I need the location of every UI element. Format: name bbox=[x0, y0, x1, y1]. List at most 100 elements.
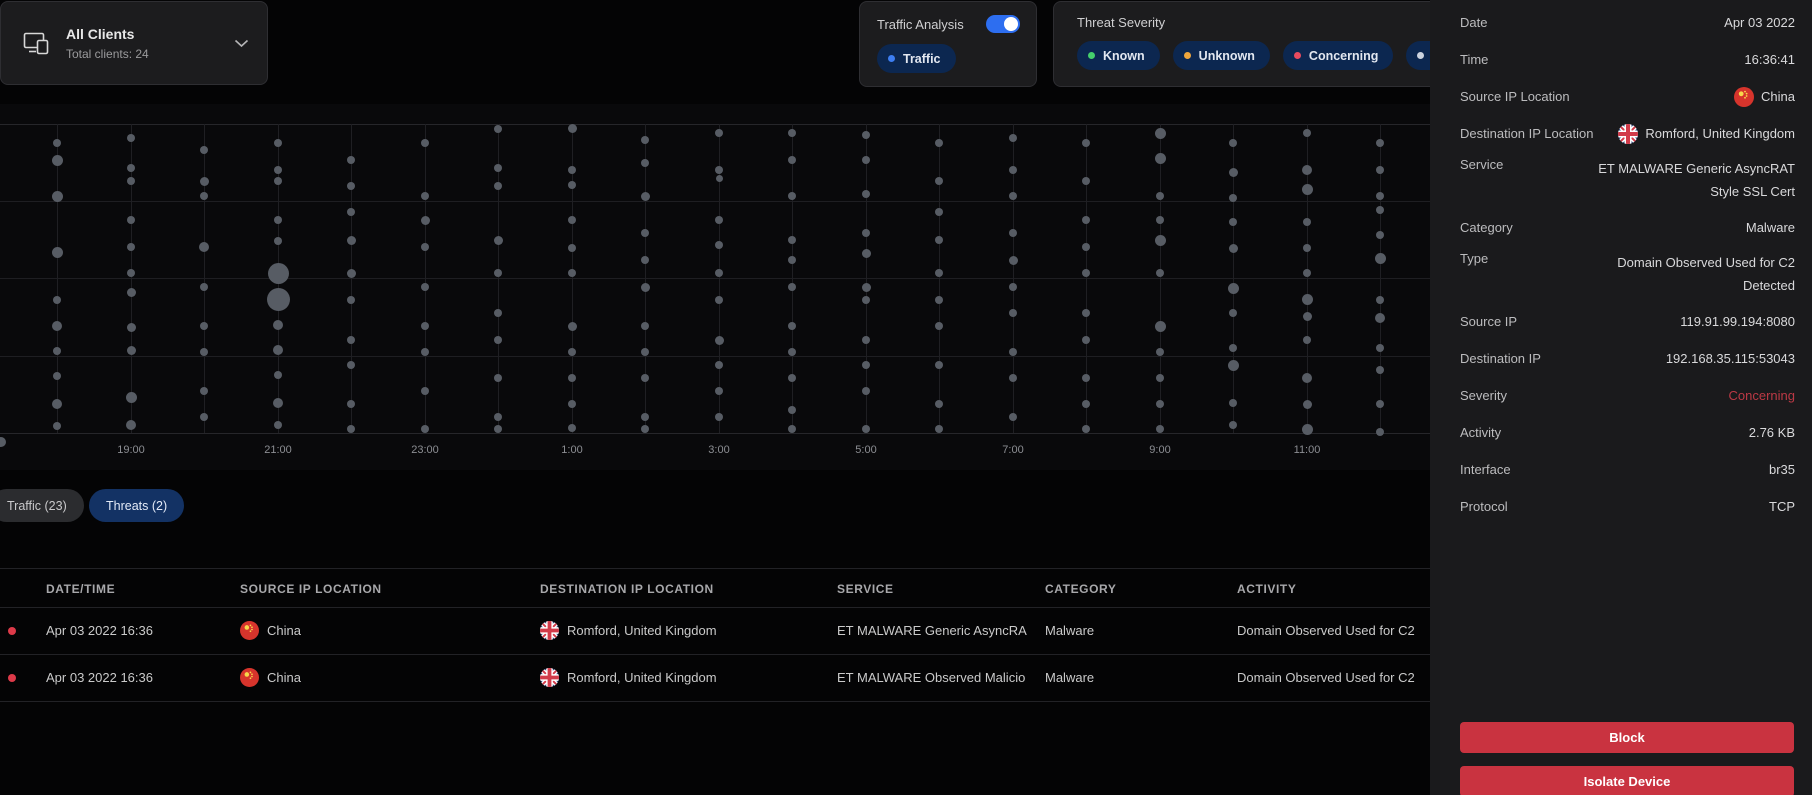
activity-dot[interactable] bbox=[568, 181, 576, 189]
filter-chip-concerning[interactable]: Concerning bbox=[1283, 41, 1393, 70]
activity-dot[interactable] bbox=[641, 159, 649, 167]
activity-dot[interactable] bbox=[1155, 153, 1166, 164]
activity-dot[interactable] bbox=[935, 177, 943, 185]
activity-dot[interactable] bbox=[52, 321, 62, 331]
activity-dot[interactable] bbox=[1302, 165, 1312, 175]
activity-dot[interactable] bbox=[641, 425, 649, 433]
activity-dot[interactable] bbox=[347, 425, 355, 433]
activity-dot[interactable] bbox=[862, 296, 870, 304]
activity-dot[interactable] bbox=[1156, 400, 1164, 408]
activity-dot[interactable] bbox=[1228, 360, 1239, 371]
activity-dot[interactable] bbox=[935, 296, 943, 304]
activity-dot[interactable] bbox=[641, 229, 649, 237]
activity-dot[interactable] bbox=[421, 322, 429, 330]
activity-dot[interactable] bbox=[494, 425, 502, 433]
table-row[interactable]: Apr 03 2022 16:36ChinaRomford, United Ki… bbox=[0, 655, 1430, 702]
activity-dot[interactable] bbox=[1082, 216, 1090, 224]
activity-dot[interactable] bbox=[935, 361, 943, 369]
activity-dot[interactable] bbox=[127, 288, 136, 297]
activity-dot[interactable] bbox=[347, 296, 355, 304]
activity-dot[interactable] bbox=[1303, 244, 1311, 252]
isolate-device-button[interactable]: Isolate Device bbox=[1460, 766, 1794, 795]
activity-dot[interactable] bbox=[1376, 344, 1384, 352]
activity-dot[interactable] bbox=[1155, 235, 1166, 246]
activity-dot[interactable] bbox=[715, 166, 723, 174]
activity-dot[interactable] bbox=[53, 347, 61, 355]
activity-dot[interactable] bbox=[347, 236, 356, 245]
activity-dot[interactable] bbox=[788, 129, 796, 137]
activity-dot[interactable] bbox=[53, 296, 61, 304]
activity-dot[interactable] bbox=[1229, 309, 1237, 317]
activity-dot[interactable] bbox=[862, 156, 870, 164]
block-button[interactable]: Block bbox=[1460, 722, 1794, 753]
activity-dot[interactable] bbox=[935, 400, 943, 408]
activity-dot[interactable] bbox=[200, 348, 208, 356]
activity-dot[interactable] bbox=[200, 146, 208, 154]
activity-dot[interactable] bbox=[715, 269, 723, 277]
activity-dot[interactable] bbox=[494, 374, 502, 382]
activity-dot[interactable] bbox=[1156, 192, 1164, 200]
activity-dot[interactable] bbox=[1229, 218, 1237, 226]
activity-dot[interactable] bbox=[788, 406, 796, 414]
activity-dot[interactable] bbox=[1376, 428, 1384, 436]
activity-dot[interactable] bbox=[421, 192, 429, 200]
activity-dot[interactable] bbox=[862, 336, 870, 344]
activity-dot[interactable] bbox=[1303, 218, 1311, 226]
activity-dot[interactable] bbox=[200, 322, 208, 330]
activity-dot[interactable] bbox=[1009, 374, 1017, 382]
activity-dot[interactable] bbox=[788, 283, 796, 291]
activity-dot[interactable] bbox=[715, 387, 723, 395]
activity-dot[interactable] bbox=[568, 269, 576, 277]
activity-dot[interactable] bbox=[715, 413, 723, 421]
client-selector[interactable]: All Clients Total clients: 24 bbox=[0, 1, 268, 85]
activity-dot[interactable] bbox=[53, 372, 61, 380]
tab-threats[interactable]: Threats (2) bbox=[89, 489, 184, 522]
activity-dot[interactable] bbox=[1009, 283, 1017, 291]
tab-traffic[interactable]: Traffic (23) bbox=[0, 489, 84, 522]
activity-dot[interactable] bbox=[52, 155, 63, 166]
activity-dot[interactable] bbox=[1303, 336, 1311, 344]
activity-dot[interactable] bbox=[1229, 244, 1238, 253]
activity-dot[interactable] bbox=[1009, 309, 1017, 317]
activity-dot[interactable] bbox=[1009, 348, 1017, 356]
activity-dot[interactable] bbox=[273, 320, 283, 330]
activity-dot[interactable] bbox=[1302, 373, 1312, 383]
activity-dot[interactable] bbox=[1303, 312, 1312, 321]
activity-dot[interactable] bbox=[1376, 366, 1384, 374]
activity-dot[interactable] bbox=[1229, 194, 1237, 202]
activity-dot[interactable] bbox=[1009, 166, 1017, 174]
activity-dot[interactable] bbox=[1156, 425, 1164, 433]
activity-dot[interactable] bbox=[52, 399, 62, 409]
activity-dot[interactable] bbox=[126, 420, 136, 430]
activity-dot[interactable] bbox=[274, 237, 282, 245]
activity-dot[interactable] bbox=[126, 392, 137, 403]
activity-dot[interactable] bbox=[200, 413, 208, 421]
activity-dot[interactable] bbox=[200, 177, 209, 186]
activity-dot[interactable] bbox=[641, 413, 649, 421]
activity-dot[interactable] bbox=[1229, 421, 1237, 429]
activity-dot[interactable] bbox=[935, 236, 943, 244]
activity-dot[interactable] bbox=[1302, 184, 1313, 195]
activity-dot[interactable] bbox=[267, 288, 290, 311]
activity-dot[interactable] bbox=[200, 283, 208, 291]
activity-dot[interactable] bbox=[788, 236, 796, 244]
activity-dot[interactable] bbox=[1082, 139, 1090, 147]
activity-dot[interactable] bbox=[1155, 128, 1166, 139]
filter-chip-traffic[interactable]: Traffic bbox=[877, 44, 956, 73]
activity-dot[interactable] bbox=[347, 208, 355, 216]
activity-dot[interactable] bbox=[1156, 374, 1164, 382]
activity-dot[interactable] bbox=[53, 422, 61, 430]
activity-dot[interactable] bbox=[862, 131, 870, 139]
activity-dot[interactable] bbox=[641, 136, 649, 144]
activity-dot[interactable] bbox=[1229, 168, 1238, 177]
activity-dot[interactable] bbox=[641, 192, 650, 201]
activity-dot[interactable] bbox=[1082, 309, 1090, 317]
activity-dot[interactable] bbox=[788, 348, 796, 356]
activity-dot[interactable] bbox=[1303, 400, 1312, 409]
activity-dot[interactable] bbox=[127, 346, 136, 355]
activity-dot[interactable] bbox=[1082, 400, 1090, 408]
activity-dot[interactable] bbox=[347, 182, 355, 190]
activity-dot[interactable] bbox=[935, 269, 943, 277]
activity-dot[interactable] bbox=[52, 247, 63, 258]
activity-dot[interactable] bbox=[273, 398, 283, 408]
